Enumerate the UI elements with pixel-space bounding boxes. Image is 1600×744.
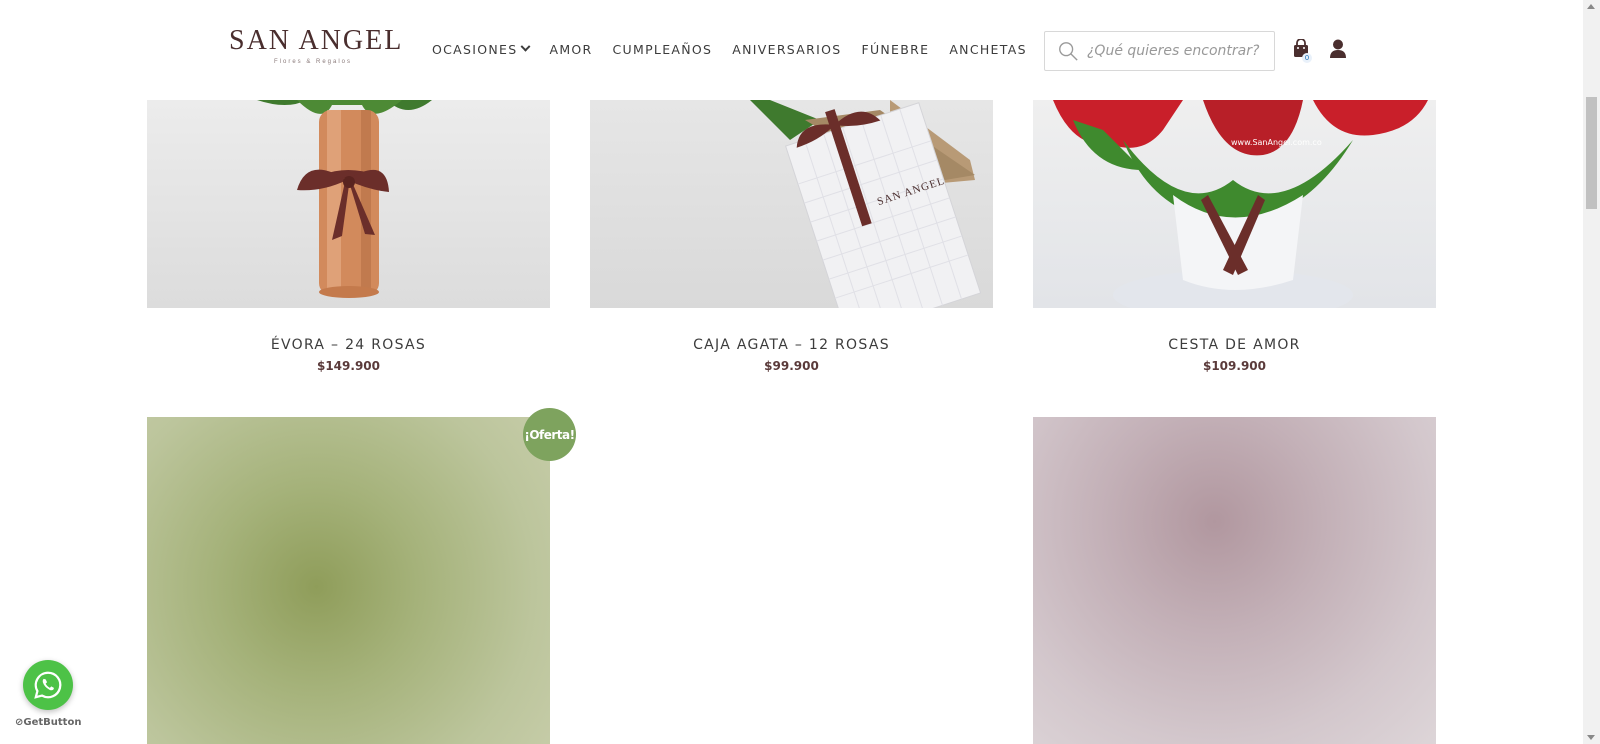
brand-name: SAN ANGEL (229, 25, 404, 56)
vase-roses-illustration (257, 100, 432, 298)
product-image-cesta-de-amor[interactable]: www.SanAngel.com.co (1033, 100, 1436, 308)
svg-text:www.SanAngel.com.co: www.SanAngel.com.co (1231, 138, 1322, 147)
product-price: $109.900 (1202, 359, 1266, 373)
account-button[interactable] (1329, 39, 1349, 61)
chevron-down-icon (521, 41, 531, 52)
basket-roses-illustration: www.SanAngel.com.co (1053, 100, 1428, 308)
brand-tagline: Flores & Regalos (273, 59, 353, 65)
product-name[interactable]: CESTA DE AMOR (1033, 337, 1436, 353)
search-input[interactable] (1087, 43, 1267, 59)
brand-logo[interactable]: SAN ANGEL Flores & Regalos (229, 25, 404, 72)
cart-count-badge: 0 (1302, 53, 1312, 63)
scroll-down-arrow-icon[interactable] (1587, 735, 1595, 740)
product-price: $149.900 (316, 359, 380, 373)
nav-item-aniversarios[interactable]: ANIVERSARIOS (732, 42, 841, 57)
product-image-placeholder[interactable] (147, 417, 550, 744)
whatsapp-icon (34, 671, 62, 699)
nav-item-label: OCASIONES (432, 42, 518, 57)
scroll-thumb[interactable] (1586, 97, 1597, 209)
product-name[interactable]: CAJA AGATA – 12 ROSAS (590, 337, 993, 353)
site-header: SAN ANGEL Flores & Regalos OCASIONES AMO… (0, 0, 1583, 100)
nav-item-cumpleanos[interactable]: CUMPLEAÑOS (613, 42, 713, 57)
main-nav: OCASIONES AMOR CUMPLEAÑOS ANIVERSARIOS F… (432, 41, 1047, 57)
page-scrollbar[interactable] (1583, 0, 1600, 744)
scroll-up-arrow-icon[interactable] (1587, 4, 1595, 9)
nav-item-amor[interactable]: AMOR (549, 42, 592, 57)
nav-item-anchetas[interactable]: ANCHETAS (949, 42, 1026, 57)
search-icon[interactable] (1057, 40, 1079, 62)
product-price: $99.900 (764, 359, 819, 373)
box-roses-illustration: SAN ANGEL (750, 100, 982, 308)
product-image-caja-agata[interactable]: SAN ANGEL (590, 100, 993, 308)
product-name[interactable]: ÉVORA – 24 ROSAS (147, 337, 550, 353)
product-image-evora[interactable] (147, 100, 550, 308)
product-image-placeholder[interactable] (590, 417, 993, 744)
nav-item-ocasiones[interactable]: OCASIONES (432, 41, 531, 57)
getbutton-label: GetButton (23, 717, 82, 728)
user-icon (1330, 39, 1346, 58)
product-image-placeholder[interactable] (1033, 417, 1436, 744)
sale-badge: ¡Oferta! (523, 408, 576, 461)
cart-button[interactable]: 0 (1293, 38, 1313, 63)
search-box (1044, 31, 1275, 71)
whatsapp-button[interactable] (23, 660, 73, 710)
getbutton-credit[interactable]: ⊘GetButton (15, 717, 81, 728)
nav-item-funebre[interactable]: FÚNEBRE (861, 42, 929, 57)
